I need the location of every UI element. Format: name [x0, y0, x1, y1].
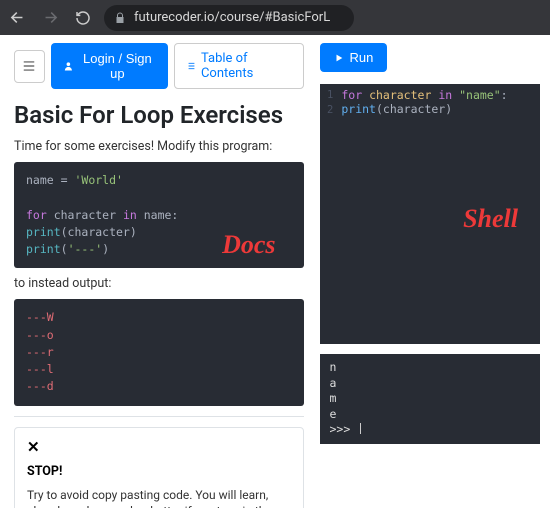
docs-pane: Login / Sign up Table of Contents Basic …: [0, 35, 314, 508]
after-code-text: to instead output:: [14, 276, 304, 291]
login-button[interactable]: Login / Sign up: [51, 43, 168, 89]
shell-pane-container: Run 1 2 for character in "name": print(c…: [314, 35, 550, 508]
shell-output[interactable]: n a m e >>>: [320, 354, 541, 444]
stop-card: ✕ STOP! Try to avoid copy pasting code. …: [14, 427, 304, 508]
lock-icon: [114, 12, 126, 24]
close-icon[interactable]: ✕: [27, 438, 291, 456]
intro-text: Time for some exercises! Modify this pro…: [14, 139, 304, 154]
shell-prompt[interactable]: >>>: [330, 422, 531, 438]
url-bar[interactable]: futurecoder.io/course/#BasicForL: [104, 5, 354, 31]
reload-icon[interactable]: [72, 7, 94, 29]
list-icon: [185, 60, 196, 72]
example-code: name = 'World' for character in name: pr…: [14, 162, 304, 268]
stop-p1: Try to avoid copy pasting code. You will…: [27, 487, 291, 508]
run-button[interactable]: Run: [320, 43, 388, 72]
editor-gutter: 1 2: [320, 84, 340, 344]
code-editor[interactable]: 1 2 for character in "name": print(chara…: [320, 84, 541, 344]
stop-title: STOP!: [27, 464, 291, 479]
expected-output: ---W ---o ---r ---l ---d: [14, 299, 304, 405]
toc-button[interactable]: Table of Contents: [174, 43, 303, 89]
run-label: Run: [350, 50, 374, 65]
browser-toolbar: futurecoder.io/course/#BasicForL: [0, 0, 550, 35]
play-icon: [334, 53, 344, 63]
user-icon: [63, 60, 74, 72]
login-label: Login / Sign up: [79, 51, 157, 81]
page-title: Basic For Loop Exercises: [14, 101, 304, 129]
divider: [14, 416, 304, 417]
back-icon[interactable]: [6, 6, 29, 29]
forward-icon: [39, 6, 62, 29]
hamburger-button[interactable]: [14, 50, 45, 83]
url-text: futurecoder.io/course/#BasicForL: [134, 10, 330, 25]
toc-label: Table of Contents: [201, 51, 293, 81]
editor-content[interactable]: for character in "name": print(character…: [339, 84, 540, 344]
